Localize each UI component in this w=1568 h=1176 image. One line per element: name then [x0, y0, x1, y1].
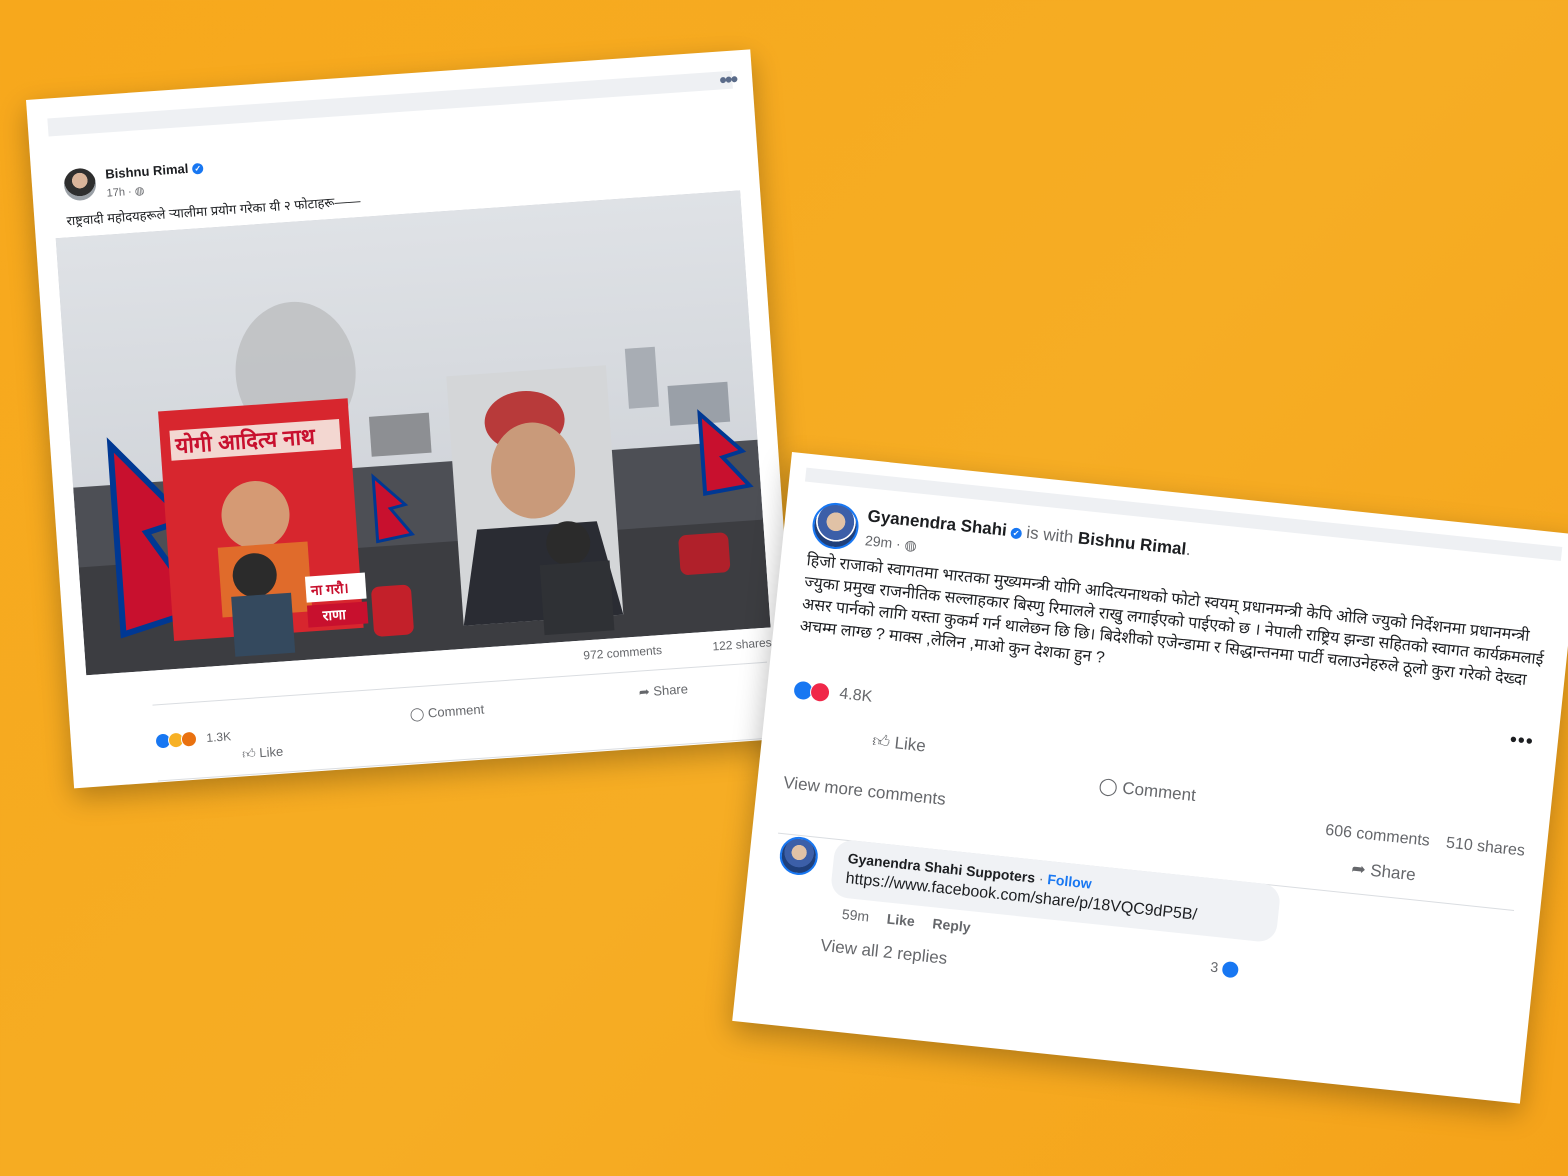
post-card-gyanendra: Gyanendra Shahi ✓ is with Bishnu Rimal. 2… — [732, 452, 1568, 1104]
reaction-summary[interactable]: 4.8K — [792, 679, 873, 707]
comment-count[interactable]: 606 comments — [1324, 822, 1430, 850]
avatar[interactable] — [62, 167, 98, 202]
like-button[interactable]: 👍︎ Like — [871, 730, 927, 756]
comment-button[interactable]: ◯ Comment — [1098, 776, 1197, 806]
author-name[interactable]: Bishnu Rimal ✓ — [105, 160, 204, 182]
post-body: हिजो राजाको स्वागतमा भारतका मुख्यमन्त्री… — [798, 552, 1545, 689]
comment-time[interactable]: 59m — [841, 906, 870, 925]
top-strip — [47, 70, 733, 137]
more-options-icon[interactable]: ••• — [1509, 729, 1535, 754]
like-button[interactable]: 👍︎ Like — [242, 744, 284, 763]
verified-icon: ✓ — [191, 162, 204, 175]
share-button[interactable]: ➦ Share — [1350, 858, 1417, 886]
reaction-count: 1.3K — [205, 729, 232, 745]
commenter-avatar[interactable] — [777, 835, 820, 877]
share-button[interactable]: ➦ Share — [638, 681, 688, 700]
angry-reaction-icon — [180, 730, 198, 748]
like-icon: 👍︎ — [241, 745, 257, 762]
post-meta: 29m · ◍ — [864, 532, 918, 554]
tagged-name[interactable]: Bishnu Rimal — [1077, 528, 1187, 558]
verified-icon: ✓ — [1010, 527, 1023, 540]
post-photo[interactable]: योगी आदित्य नाथ ना गरौ। राणा — [55, 190, 771, 676]
share-icon: ➦ — [1350, 858, 1367, 880]
post-stats: 606 comments 510 shares — [1324, 822, 1525, 861]
avatar[interactable] — [810, 500, 861, 552]
like-icon: 👍︎ — [871, 731, 891, 752]
share-icon: ➦ — [638, 683, 651, 700]
post-meta: 17h · ◍ — [106, 184, 145, 200]
globe-icon: ◍ — [903, 536, 918, 554]
comment-reply-button[interactable]: Reply — [932, 915, 972, 935]
follow-link[interactable]: Follow — [1047, 871, 1093, 892]
comment-actions: 59m Like Reply — [841, 906, 971, 935]
share-count[interactable]: 510 shares — [1445, 835, 1526, 860]
comment-like-count: 3 — [1209, 959, 1240, 980]
more-options-icon[interactable]: ••• — [718, 66, 737, 92]
comment-button[interactable]: ◯ Comment — [409, 702, 484, 723]
poster-left-line1: ना गरौ। — [309, 580, 349, 599]
poster-left-line2: राणा — [321, 606, 348, 624]
like-reaction-icon — [1220, 960, 1240, 980]
with-text: is with — [1025, 522, 1075, 547]
globe-icon: ◍ — [134, 184, 145, 198]
view-more-comments[interactable]: View more comments — [782, 773, 946, 810]
comment-like-button[interactable]: Like — [886, 911, 916, 930]
comment-icon: ◯ — [1097, 775, 1119, 797]
reaction-summary[interactable]: 1.3K — [154, 727, 231, 750]
comment-icon: ◯ — [409, 705, 425, 722]
rally-photo-illustration: योगी आदित्य नाथ ना गरौ। राणा — [55, 190, 771, 676]
share-count[interactable]: 122 shares — [712, 635, 772, 653]
view-replies[interactable]: View all 2 replies — [820, 936, 949, 969]
post-card-bishnu: ••• Bishnu Rimal ✓ 17h · ◍ राष्ट्रवादी मह… — [26, 49, 799, 789]
comment-count[interactable]: 972 comments — [583, 643, 662, 662]
reaction-count: 4.8K — [838, 685, 874, 706]
love-reaction-icon — [809, 681, 832, 704]
